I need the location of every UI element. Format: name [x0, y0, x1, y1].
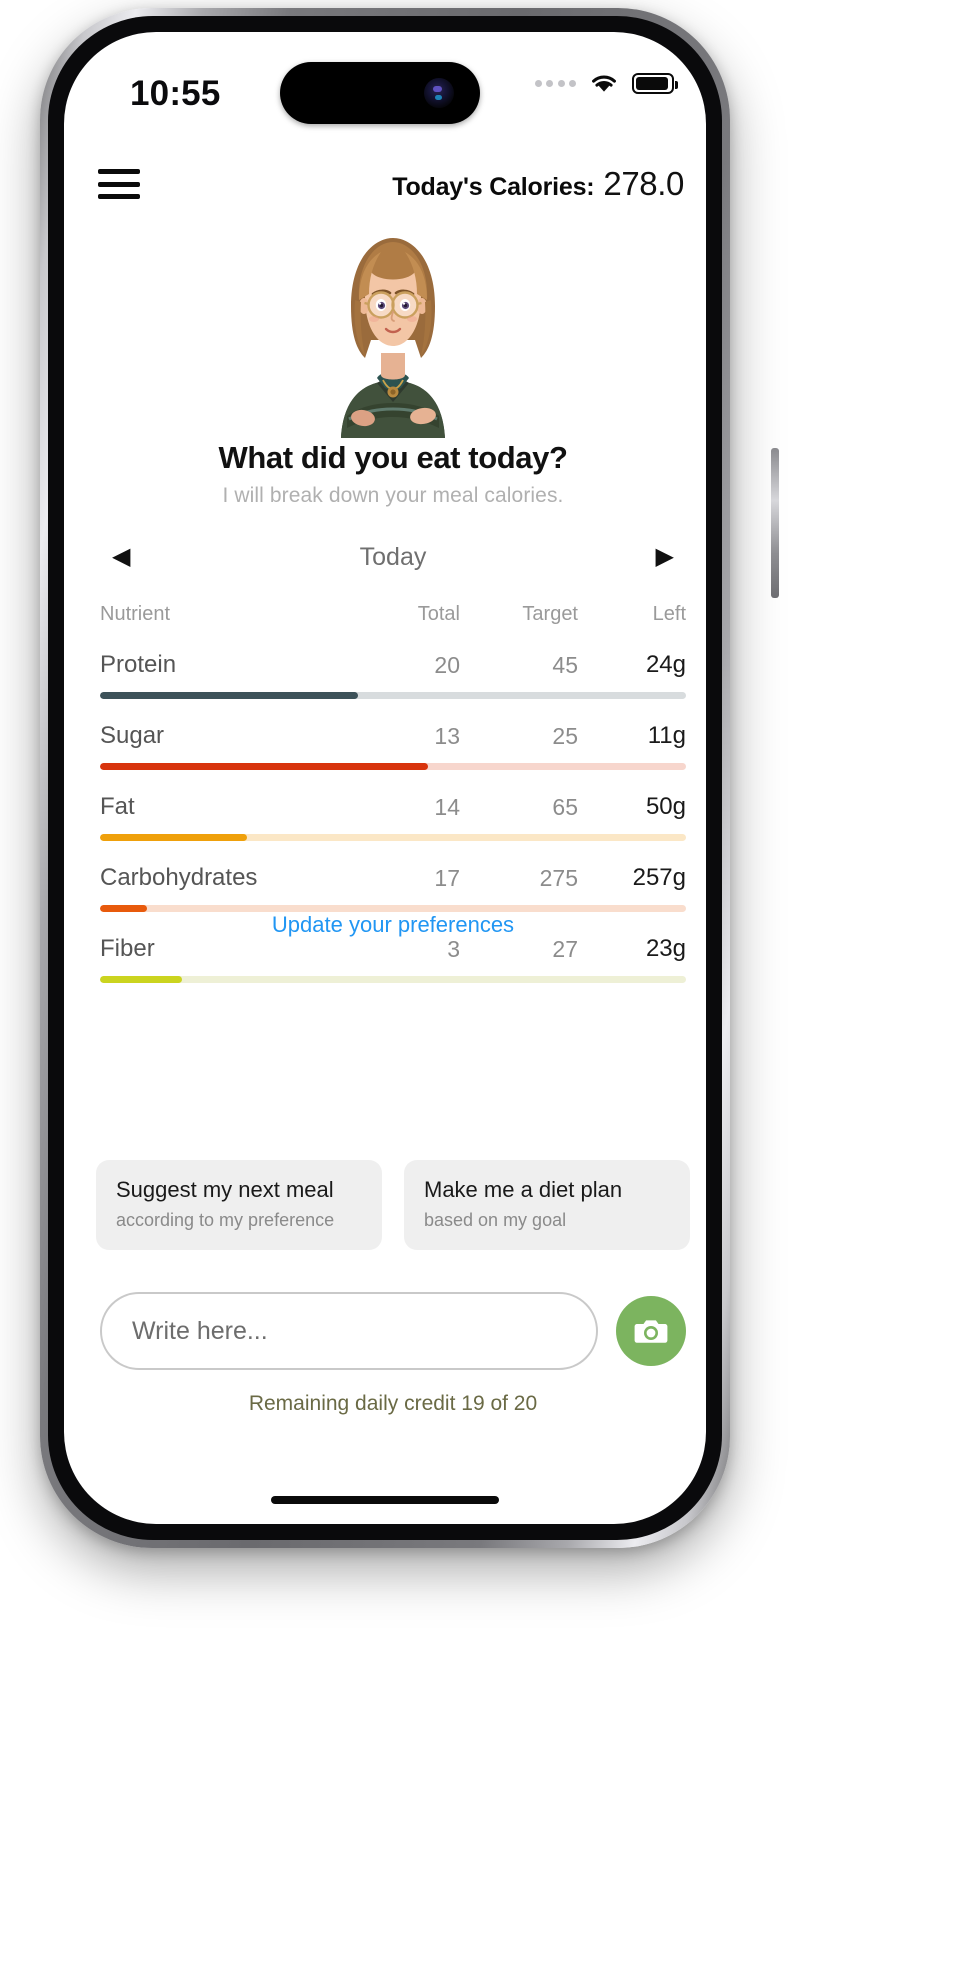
suggestion-card[interactable]: Make me a diet plan based on my goal — [404, 1160, 690, 1250]
current-date-label: Today — [359, 542, 427, 571]
table-row: Sugar 13 25 11g — [100, 709, 686, 770]
nutrient-name: Fat — [100, 793, 135, 820]
nutrient-progress-bar — [100, 905, 686, 912]
nutrient-name: Carbohydrates — [100, 864, 258, 891]
suggestion-card-title: Suggest my next meal — [116, 1177, 334, 1202]
calories-label: Today's Calories: — [392, 173, 595, 201]
phone-bezel: 10:55 Today's Calories: 278.0 What did y… — [48, 16, 722, 1540]
phone-screen: 10:55 Today's Calories: 278.0 What did y… — [64, 32, 706, 1524]
avatar — [64, 220, 706, 438]
nutrient-name: Fiber — [100, 935, 155, 962]
status-bar: 10:55 — [64, 32, 706, 144]
page-subtitle: I will break down your meal calories. — [222, 484, 564, 507]
nutrient-name: Sugar — [100, 722, 165, 749]
column-header-left: Left — [652, 602, 686, 625]
front-camera-icon — [424, 78, 454, 108]
nutrient-progress-bar — [100, 763, 686, 770]
update-preferences-link[interactable]: Update your preferences — [64, 912, 706, 938]
nutrient-target: 27 — [552, 935, 578, 962]
column-header-total: Total — [417, 602, 460, 625]
column-header-nutrient: Nutrient — [100, 602, 171, 625]
table-row: Fat 14 65 50g — [100, 780, 686, 841]
status-bar-time: 10:55 — [130, 74, 221, 113]
nutrient-target: 65 — [552, 793, 578, 820]
previous-day-arrow-icon[interactable]: ◀ — [112, 545, 130, 569]
column-header-target: Target — [522, 602, 578, 625]
message-composer: Write here... — [100, 1290, 686, 1372]
dynamic-island — [280, 62, 480, 124]
date-navigator: ◀ Today ▶ — [64, 527, 706, 587]
nutrient-name: Protein — [100, 651, 177, 678]
camera-icon — [634, 1320, 668, 1343]
nutrient-target: 45 — [552, 651, 578, 678]
nutrient-progress-bar — [100, 692, 686, 699]
remaining-credit-text: Remaining daily credit 19 of 20 — [248, 1392, 538, 1415]
nutrient-progress-fill — [100, 834, 247, 841]
suggestion-card[interactable]: Suggest my next meal according to my pref… — [96, 1160, 382, 1250]
home-indicator[interactable] — [271, 1496, 499, 1504]
message-input[interactable]: Write here... — [100, 1292, 598, 1370]
nutrient-progress-bar — [100, 834, 686, 841]
nutrient-left: 23g — [645, 935, 686, 962]
nutrient-left: 11g — [647, 722, 686, 749]
status-bar-indicators — [534, 72, 679, 94]
suggestion-card-subtitle: based on my goal — [424, 1210, 567, 1230]
app-header: Today's Calories: 278.0 — [64, 150, 706, 218]
hamburger-menu-icon[interactable] — [98, 167, 140, 201]
phone-frame: 10:55 Today's Calories: 278.0 What did y… — [40, 8, 779, 1548]
table-header-row: Nutrient Total Target Left — [100, 590, 686, 638]
todays-calories: Today's Calories: 278.0 — [392, 165, 684, 203]
next-day-arrow-icon[interactable]: ▶ — [656, 545, 674, 569]
nutrient-target: 275 — [539, 864, 578, 891]
nutrient-total: 3 — [447, 935, 460, 962]
signal-dots-icon — [534, 79, 576, 87]
nutrient-total: 14 — [434, 793, 460, 820]
power-button[interactable] — [771, 448, 779, 598]
nutrient-left: 257g — [632, 864, 686, 891]
suggestion-cards: Suggest my next meal according to my pref… — [96, 1160, 690, 1250]
nutrient-total: 20 — [434, 651, 460, 678]
nutrient-progress-fill — [100, 763, 429, 770]
nutrient-progress-bar — [100, 976, 686, 983]
screenshot-root: 10:55 Today's Calories: 278.0 What did y… — [0, 0, 970, 1962]
nutrient-progress-fill — [100, 976, 183, 983]
suggestion-card-title: Make me a diet plan — [424, 1177, 623, 1202]
nutrient-progress-fill — [100, 905, 147, 912]
nutrient-left: 50g — [645, 793, 686, 820]
calories-value: 278.0 — [603, 165, 684, 202]
page-title: What did you eat today? — [218, 440, 568, 475]
nutrient-total: 13 — [434, 722, 460, 749]
table-row: Protein 20 45 24g — [100, 638, 686, 699]
message-input-placeholder: Write here... — [132, 1316, 268, 1345]
nutrient-total: 17 — [434, 864, 460, 891]
nutrient-progress-fill — [100, 692, 358, 699]
table-row: Carbohydrates 17 275 257g — [100, 851, 686, 912]
camera-button[interactable] — [616, 1296, 686, 1366]
nutrient-left: 24g — [645, 651, 686, 678]
battery-icon — [632, 72, 679, 94]
nutritionist-avatar-illustration — [341, 238, 445, 438]
wifi-icon — [589, 72, 619, 94]
nutrient-target: 25 — [552, 722, 578, 749]
suggestion-card-subtitle: according to my preference — [116, 1210, 335, 1230]
